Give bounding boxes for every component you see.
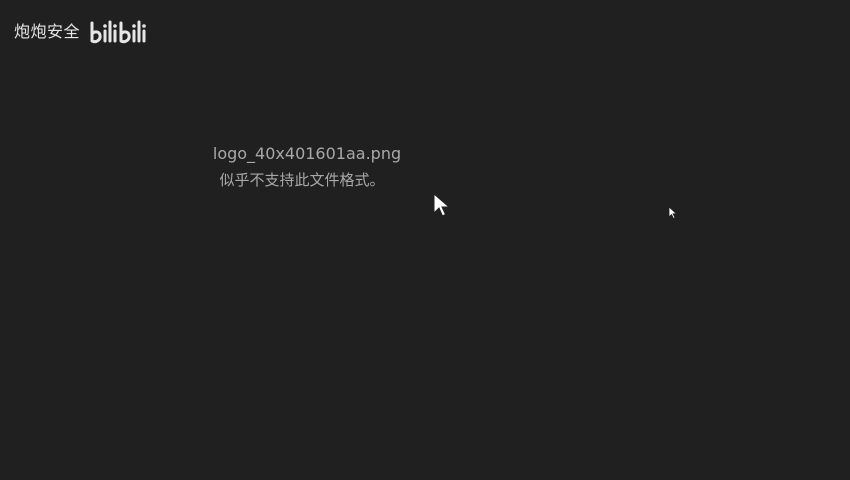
unsupported-file-message: logo_40x401601aa.png 似乎不支持此文件格式。	[0, 144, 614, 190]
mouse-pointer-icon	[668, 206, 678, 220]
watermark: 炮炮安全 bilibili	[14, 18, 152, 46]
watermark-text: 炮炮安全	[14, 22, 81, 41]
file-name: logo_40x401601aa.png	[212, 144, 402, 163]
mouse-pointer-icon	[433, 193, 451, 217]
bilibili-logo: bilibili	[90, 20, 146, 44]
error-message: 似乎不支持此文件格式。	[219, 171, 385, 189]
